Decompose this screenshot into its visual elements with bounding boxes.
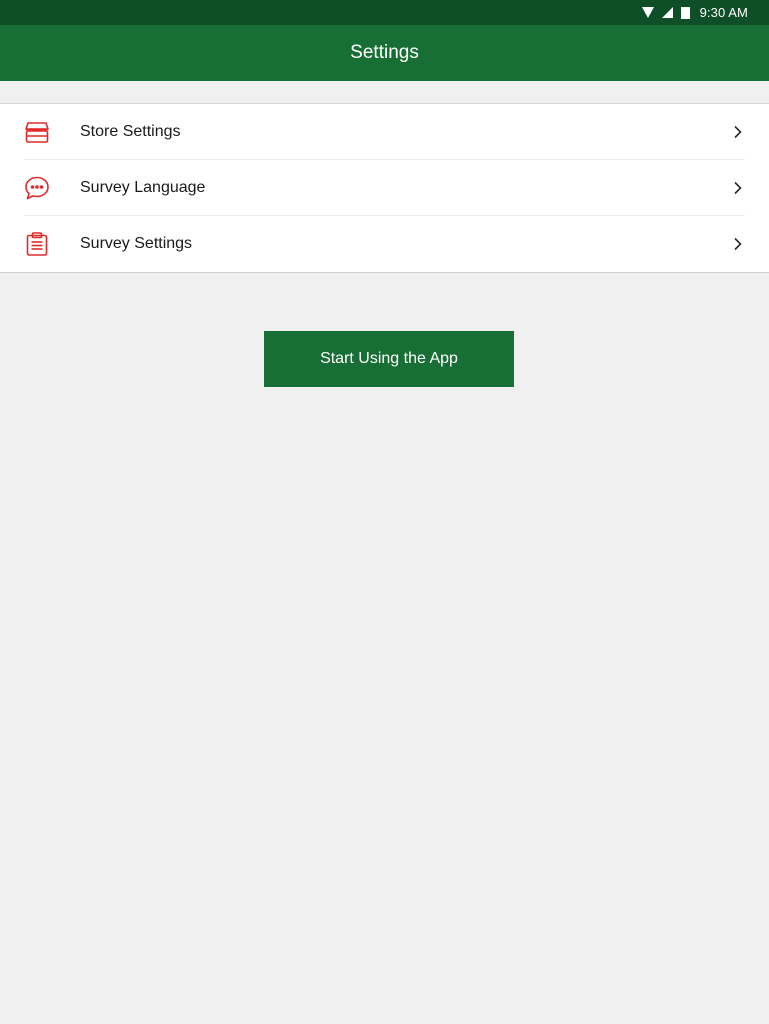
settings-item-survey-language[interactable]: Survey Language bbox=[0, 160, 769, 216]
chevron-right-icon bbox=[731, 125, 743, 139]
chat-bubble-icon bbox=[24, 175, 50, 201]
battery-icon bbox=[680, 6, 690, 19]
clipboard-icon bbox=[24, 231, 50, 257]
app-bar: Settings bbox=[0, 25, 769, 81]
page-title: Settings bbox=[350, 42, 419, 63]
store-icon bbox=[24, 119, 50, 145]
status-time: 9:30 AM bbox=[699, 5, 748, 20]
start-using-app-button[interactable]: Start Using the App bbox=[264, 331, 514, 387]
settings-item-store-settings[interactable]: Store Settings bbox=[0, 104, 769, 160]
settings-item-survey-settings[interactable]: Survey Settings bbox=[0, 216, 769, 272]
cell-signal-icon bbox=[661, 7, 673, 18]
chevron-right-icon bbox=[731, 237, 743, 251]
settings-item-label: Survey Language bbox=[80, 179, 206, 196]
settings-item-label: Store Settings bbox=[80, 123, 181, 140]
settings-item-label: Survey Settings bbox=[80, 235, 193, 252]
settings-list: Store Settings Survey Language Survey Se… bbox=[0, 103, 769, 273]
wifi-icon bbox=[641, 7, 654, 18]
status-bar: 9:30 AM bbox=[0, 0, 769, 25]
chevron-right-icon bbox=[731, 181, 743, 195]
